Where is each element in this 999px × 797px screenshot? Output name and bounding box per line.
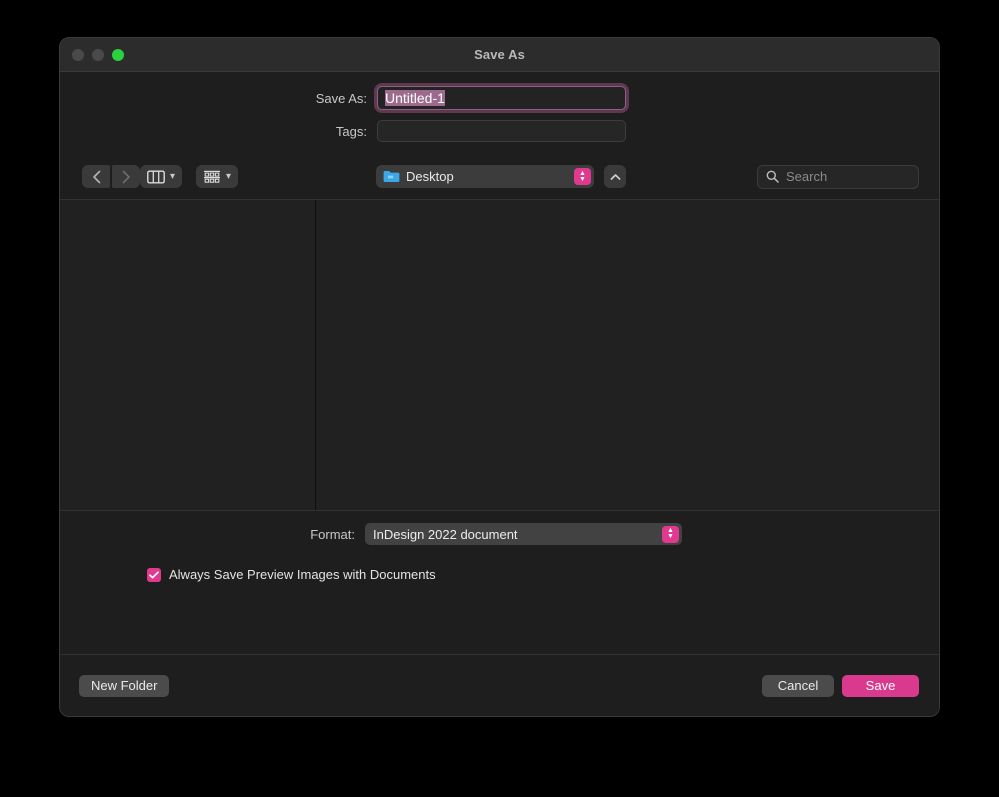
browser-sidebar-column[interactable]	[60, 200, 316, 510]
tags-label: Tags:	[335, 123, 367, 139]
traffic-light-group	[72, 38, 124, 71]
format-section: Format: InDesign 2022 document ▲ ▼ Always…	[60, 511, 939, 654]
save-as-input[interactable]	[377, 86, 626, 110]
file-browser[interactable]	[60, 200, 939, 511]
browser-toolbar: ▾ ▾ Desktop ▲ ▼ Search	[60, 154, 939, 200]
chevron-up-icon	[610, 173, 620, 180]
format-stepper-icon[interactable]: ▲ ▼	[662, 525, 679, 543]
dialog-button-bar: New Folder Cancel Save	[60, 654, 939, 716]
folder-icon	[383, 171, 400, 182]
tags-input[interactable]	[377, 120, 626, 142]
format-row: Format: InDesign 2022 document ▲ ▼	[60, 523, 939, 545]
checkmark-icon	[149, 570, 159, 578]
cancel-button[interactable]: Cancel	[762, 674, 834, 697]
search-icon	[766, 170, 779, 183]
save-button[interactable]: Save	[842, 674, 919, 697]
title-bar: Save As	[60, 38, 939, 72]
chevron-down-icon: ▾	[170, 170, 176, 182]
column-view-icon	[147, 170, 165, 184]
save-as-input-wrap	[377, 86, 626, 110]
group-by-button[interactable]: ▾	[196, 165, 239, 188]
search-placeholder: Search	[786, 169, 828, 184]
chevron-right-icon	[122, 170, 130, 183]
window-title: Save As	[474, 47, 525, 62]
name-fields-section: Save As: Tags:	[60, 72, 939, 154]
close-button[interactable]	[72, 48, 84, 61]
save-as-label: Save As:	[315, 90, 367, 106]
view-mode-button[interactable]: ▾	[140, 165, 183, 188]
minimize-button[interactable]	[92, 48, 104, 61]
format-popup-button[interactable]: InDesign 2022 document ▲ ▼	[365, 523, 682, 545]
save-as-dialog: Save As Save As: Tags:	[59, 37, 940, 717]
location-popup-button[interactable]: Desktop ▲ ▼	[376, 165, 594, 188]
search-input[interactable]: Search	[757, 164, 919, 189]
format-value: InDesign 2022 document	[373, 526, 518, 542]
options-spacer	[60, 582, 939, 654]
browser-content-column[interactable]	[316, 200, 939, 510]
chevron-down-icon: ▾	[226, 170, 232, 182]
navigation-buttons	[82, 165, 140, 188]
back-button[interactable]	[82, 165, 110, 188]
expand-collapse-button[interactable]	[604, 165, 626, 188]
save-as-row: Save As:	[60, 86, 939, 110]
group-by-grid-icon	[204, 170, 220, 183]
location-label: Desktop	[406, 169, 454, 184]
chevron-left-icon	[92, 170, 100, 183]
forward-button[interactable]	[112, 165, 140, 188]
zoom-button[interactable]	[112, 48, 124, 61]
location-stepper-icon[interactable]: ▲ ▼	[574, 168, 591, 185]
new-folder-button[interactable]: New Folder	[79, 674, 170, 697]
tags-row: Tags:	[60, 120, 939, 142]
preview-images-label: Always Save Preview Images with Document…	[169, 567, 436, 582]
preview-images-checkbox[interactable]	[147, 567, 161, 582]
format-label: Format:	[310, 526, 355, 542]
preview-images-checkbox-row[interactable]: Always Save Preview Images with Document…	[147, 567, 939, 582]
